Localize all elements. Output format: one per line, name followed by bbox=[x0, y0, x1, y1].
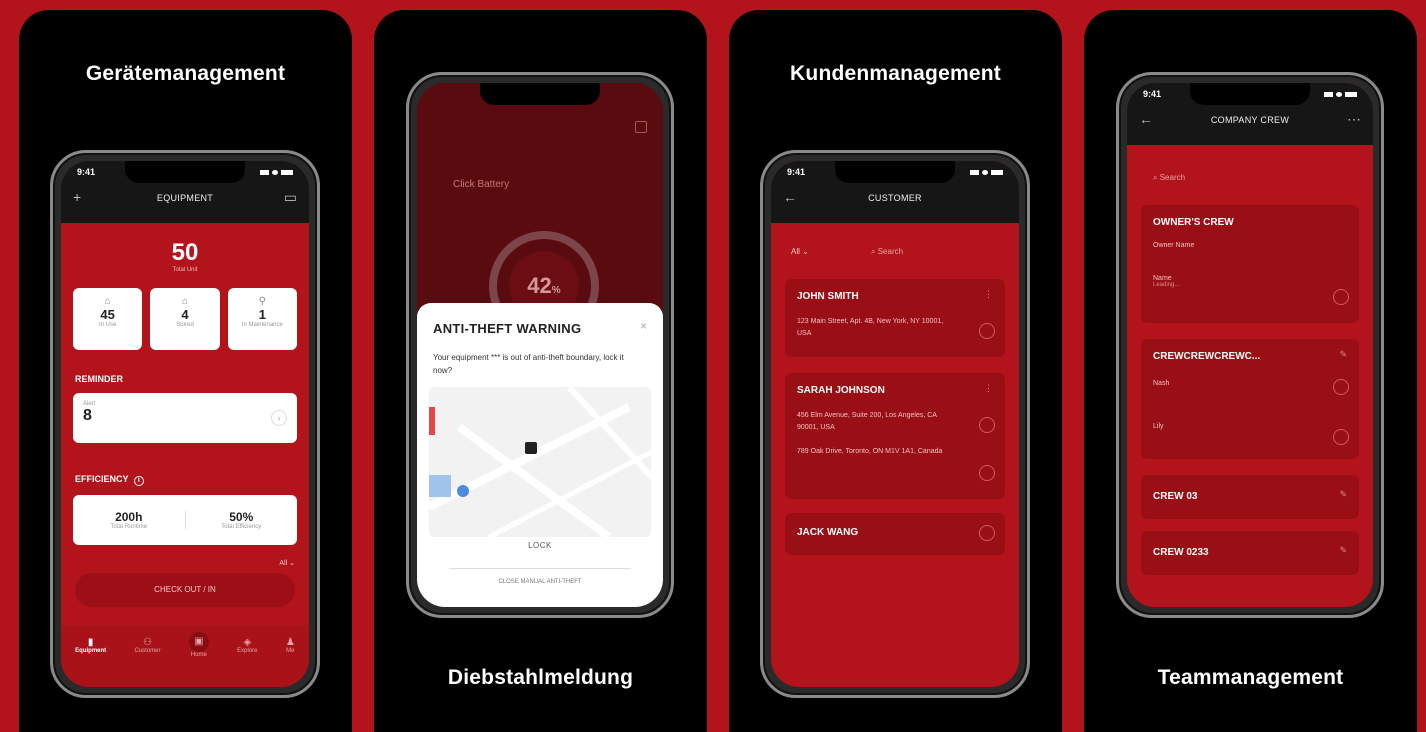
system-icons bbox=[1324, 91, 1357, 97]
stat-maintenance[interactable]: ⚲ 1 In Maintenance bbox=[227, 288, 297, 350]
phone-frame: ← CUSTOMER 9:41 All ⌄ ⌕ Search JOHN SMIT… bbox=[760, 150, 1030, 698]
notch bbox=[480, 83, 600, 105]
filter-dropdown[interactable]: All ⌄ bbox=[279, 559, 295, 567]
crew-card-owner[interactable]: OWNER'S CREW Owner Name Name Leading... bbox=[1141, 205, 1359, 323]
battery-label: Click Battery bbox=[453, 179, 510, 190]
location-icon[interactable] bbox=[979, 417, 995, 433]
nav-equipment[interactable]: ▮ Equipment bbox=[75, 637, 106, 687]
alert-card[interactable]: Alert 8 › bbox=[73, 393, 297, 443]
edit-icon[interactable]: ✎ bbox=[1339, 545, 1347, 556]
crew-card[interactable]: CREW 03 ✎ bbox=[1141, 475, 1359, 519]
message-icon[interactable]: ▭ bbox=[284, 189, 297, 206]
card-title: Diebstahlmeldung bbox=[447, 666, 634, 689]
member-action-icon[interactable] bbox=[1333, 429, 1349, 445]
status-time: 9:41 bbox=[1143, 89, 1162, 99]
explore-icon: ◈ bbox=[243, 637, 252, 648]
crew-card[interactable]: CREWCREWCREWC... Nash Lily ✎ bbox=[1141, 339, 1359, 459]
notch bbox=[1190, 83, 1310, 105]
card-customer: Kundenmanagement ← CUSTOMER 9:41 All ⌄ ⌕… bbox=[729, 10, 1062, 732]
nav-explore[interactable]: ◈ Explore bbox=[237, 637, 257, 687]
map-roads bbox=[429, 387, 651, 537]
location-icon[interactable] bbox=[979, 525, 995, 541]
status-time: 9:41 bbox=[77, 167, 96, 177]
more-icon[interactable]: ⋮ bbox=[984, 383, 993, 394]
home-icon: ▣ bbox=[188, 632, 209, 652]
search-input[interactable]: ⌕ Search bbox=[1153, 173, 1185, 183]
notch bbox=[835, 161, 955, 183]
crew-card[interactable]: CREW 0233 ✎ bbox=[1141, 531, 1359, 575]
screen-title: EQUIPMENT bbox=[156, 193, 214, 203]
card-equipment: Gerätemanagement + EQUIPMENT ▭ 9:41 50 T… bbox=[19, 10, 352, 732]
reminder-heading: REMINDER bbox=[75, 374, 124, 384]
close-icon[interactable]: × bbox=[640, 319, 647, 333]
person-icon: ♟ bbox=[285, 637, 295, 648]
equipment-screen: + EQUIPMENT ▭ 9:41 50 Total Unit ⌂ 45 In… bbox=[61, 161, 309, 687]
card-anti-theft: Click Battery 42% ANTI-THEFT WARNING × Y… bbox=[374, 10, 707, 732]
home-icon: ⌂ bbox=[104, 296, 111, 307]
card-crew: ← COMPANY CREW ⋯ 9:41 ⌕ Search OWNER'S C… bbox=[1084, 10, 1417, 732]
card-title: Kundenmanagement bbox=[790, 62, 1001, 85]
chevron-right-icon[interactable]: › bbox=[271, 410, 287, 426]
notch bbox=[125, 161, 245, 183]
modal-message: Your equipment *** is out of anti-theft … bbox=[433, 353, 624, 375]
customer-row[interactable]: JOHN SMITH 123 Main Street, Apt. 4B, New… bbox=[785, 279, 1005, 357]
more-icon[interactable]: ⋯ bbox=[1347, 111, 1361, 128]
info-icon[interactable]: i bbox=[133, 476, 144, 486]
nav-home[interactable]: ▣ Home bbox=[188, 632, 209, 687]
card-title: Teammanagement bbox=[1157, 666, 1344, 689]
nav-me[interactable]: ♟ Me bbox=[286, 637, 295, 687]
total-units-label: Total Unit bbox=[172, 267, 198, 273]
stat-stored[interactable]: ⌂ 4 Stored bbox=[150, 288, 220, 350]
member-action-icon[interactable] bbox=[1333, 379, 1349, 395]
customer-row[interactable]: SARAH JOHNSON 456 Elm Avenue, Suite 200,… bbox=[785, 373, 1005, 499]
bottom-nav: ▮ Equipment ⚇ Customer ▣ Home ◈ Explore ♟ Me bbox=[61, 625, 309, 687]
filter-all[interactable]: All ⌄ bbox=[791, 247, 809, 256]
card-title: Gerätemanagement bbox=[85, 62, 286, 85]
checkout-button[interactable]: CHECK OUT / IN bbox=[75, 573, 295, 607]
screen-title: COMPANY CREW bbox=[1210, 115, 1290, 125]
alert-value: 8 bbox=[83, 407, 92, 424]
search-icon: ⌕ bbox=[1153, 173, 1158, 182]
wrench-icon: ⚲ bbox=[258, 296, 266, 307]
equipment-icon: ▮ bbox=[87, 637, 94, 648]
customer-icon: ⚇ bbox=[143, 637, 152, 648]
edit-icon[interactable]: ✎ bbox=[1339, 489, 1347, 500]
more-icon[interactable]: ⋮ bbox=[984, 289, 993, 300]
location-icon[interactable] bbox=[979, 465, 995, 481]
status-time: 9:41 bbox=[787, 167, 806, 177]
home-icon: ⌂ bbox=[181, 296, 189, 307]
total-units: 50 bbox=[171, 239, 199, 266]
location-icon[interactable] bbox=[979, 323, 995, 339]
close-anti-theft-link[interactable]: CLOSE MANUAL ANTI-THEFT bbox=[417, 579, 663, 585]
customer-screen: ← CUSTOMER 9:41 All ⌄ ⌕ Search JOHN SMIT… bbox=[771, 161, 1019, 687]
search-input[interactable]: ⌕ Search bbox=[871, 247, 903, 257]
anti-theft-screen: Click Battery 42% ANTI-THEFT WARNING × Y… bbox=[417, 83, 663, 607]
edit-icon[interactable]: ✎ bbox=[1339, 349, 1347, 360]
efficiency-card[interactable]: 200h Total Runtime 50% Total Efficiency bbox=[73, 495, 297, 545]
nav-customer[interactable]: ⚇ Customer bbox=[134, 637, 160, 687]
stat-in-use[interactable]: ⌂ 45 In Use bbox=[73, 288, 143, 350]
efficiency-heading: EFFICIENCY i bbox=[75, 474, 144, 486]
system-icons bbox=[970, 169, 1003, 175]
anti-theft-modal: ANTI-THEFT WARNING × Your equipment *** … bbox=[417, 303, 663, 607]
lock-button[interactable]: LOCK bbox=[417, 541, 663, 550]
menu-icon[interactable] bbox=[635, 121, 647, 133]
crew-screen: ← COMPANY CREW ⋯ 9:41 ⌕ Search OWNER'S C… bbox=[1127, 83, 1373, 607]
customer-row[interactable]: JACK WANG bbox=[785, 513, 1005, 555]
modal-title: ANTI-THEFT WARNING bbox=[433, 321, 582, 336]
divider bbox=[449, 568, 631, 569]
system-icons bbox=[260, 169, 293, 175]
map[interactable] bbox=[429, 387, 651, 537]
member-action-icon[interactable] bbox=[1333, 289, 1349, 305]
search-icon: ⌕ bbox=[871, 247, 876, 256]
phone-frame: + EQUIPMENT ▭ 9:41 50 Total Unit ⌂ 45 In… bbox=[50, 150, 320, 698]
screen-title: CUSTOMER bbox=[868, 193, 922, 203]
phone-frame: Click Battery 42% ANTI-THEFT WARNING × Y… bbox=[406, 72, 674, 618]
phone-frame: ← COMPANY CREW ⋯ 9:41 ⌕ Search OWNER'S C… bbox=[1116, 72, 1384, 618]
